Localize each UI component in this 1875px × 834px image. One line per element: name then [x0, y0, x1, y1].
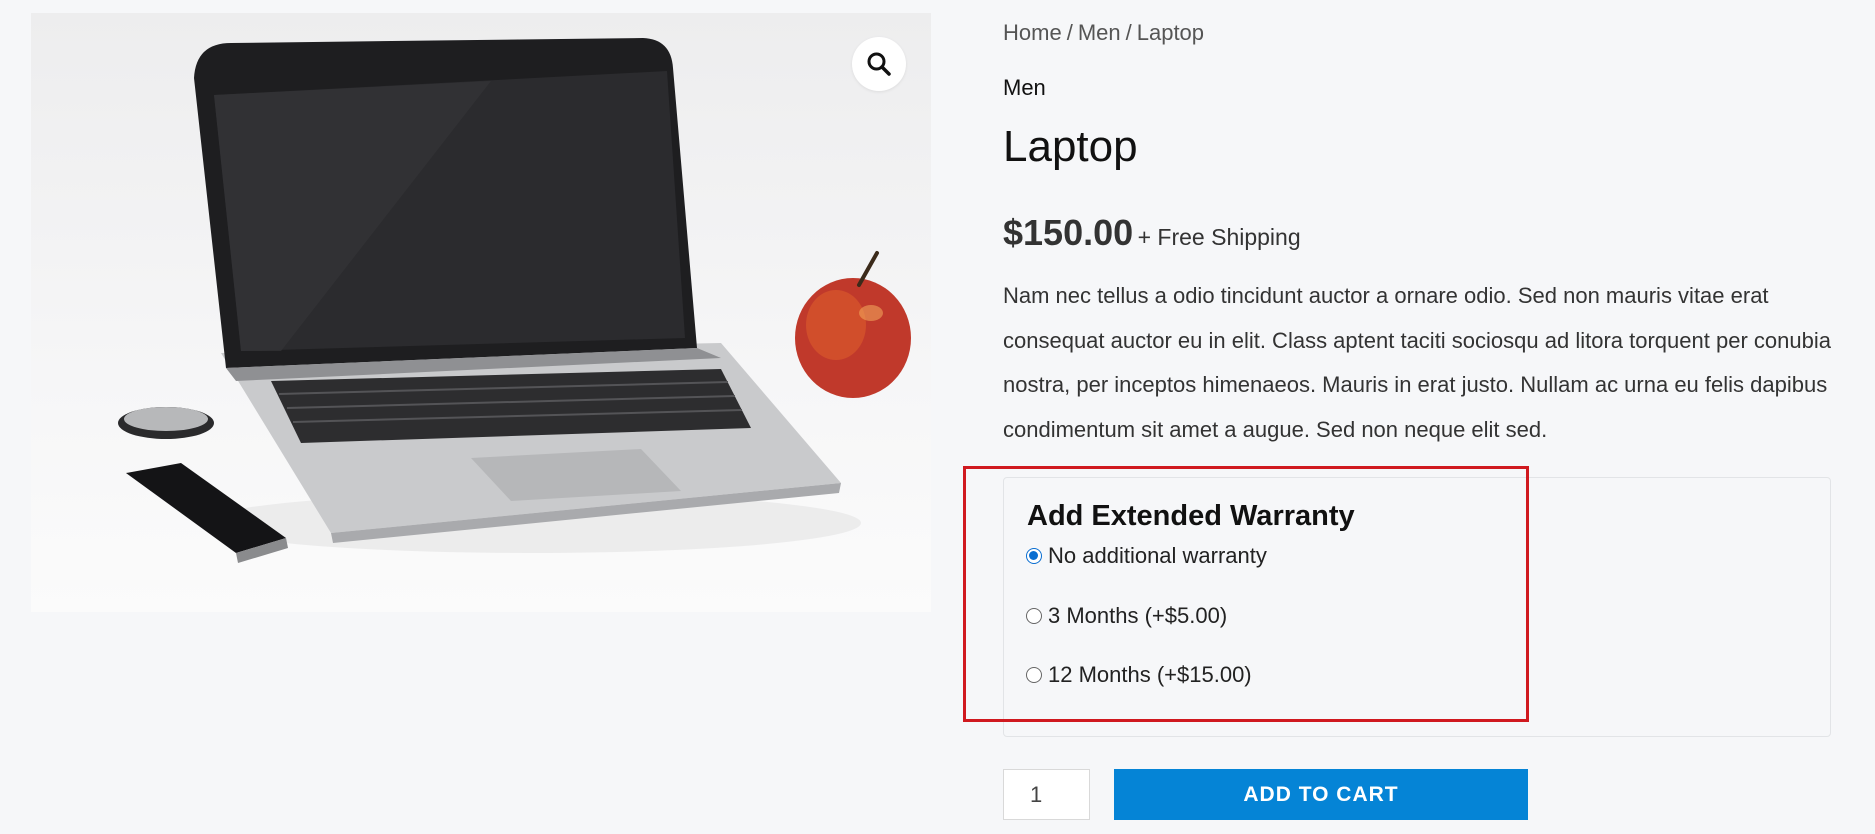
product-description: Nam nec tellus a odio tincidunt auctor a…: [1003, 283, 1831, 442]
radio-button[interactable]: [1026, 548, 1042, 564]
magnifier-icon: [867, 52, 891, 76]
product-page: Home / Men / Laptop Men Laptop $150.00 + Fre…: [0, 0, 1875, 834]
warranty-title: Add Extended Warranty: [1027, 500, 1355, 532]
shipping-note: + Free Shipping: [1137, 224, 1301, 250]
warranty-option-12-months[interactable]: 12 Months (+$15.00): [1026, 662, 1252, 688]
product-gallery[interactable]: [31, 13, 931, 612]
breadcrumb-separator: /: [1125, 20, 1132, 45]
breadcrumb: Home / Men / Laptop: [1003, 20, 1204, 46]
zoom-button[interactable]: [852, 37, 906, 91]
quantity-input[interactable]: [1003, 769, 1090, 820]
laptop-product-image: [118, 38, 911, 563]
radio-button[interactable]: [1026, 608, 1042, 624]
price-row: $150.00 + Free Shipping: [1003, 212, 1301, 254]
warranty-option-none[interactable]: No additional warranty: [1026, 543, 1267, 569]
warranty-option-3-months[interactable]: 3 Months (+$5.00): [1026, 603, 1227, 629]
breadcrumb-current: Laptop: [1136, 20, 1205, 45]
warranty-option-label: 3 Months (+$5.00): [1048, 603, 1228, 628]
product-price: $150.00: [1003, 212, 1134, 253]
add-to-cart-button[interactable]: ADD TO CART: [1114, 769, 1528, 820]
product-category[interactable]: Men: [1003, 75, 1046, 101]
breadcrumb-home[interactable]: Home: [1003, 20, 1062, 45]
product-title: Laptop: [1003, 122, 1138, 171]
breadcrumb-men[interactable]: Men: [1078, 20, 1121, 45]
radio-button[interactable]: [1026, 667, 1042, 683]
warranty-options: Add Extended Warranty No additional warr…: [1003, 477, 1831, 737]
warranty-option-label: No additional warranty: [1048, 543, 1267, 568]
breadcrumb-separator: /: [1066, 20, 1073, 45]
warranty-option-label: 12 Months (+$15.00): [1048, 662, 1252, 687]
